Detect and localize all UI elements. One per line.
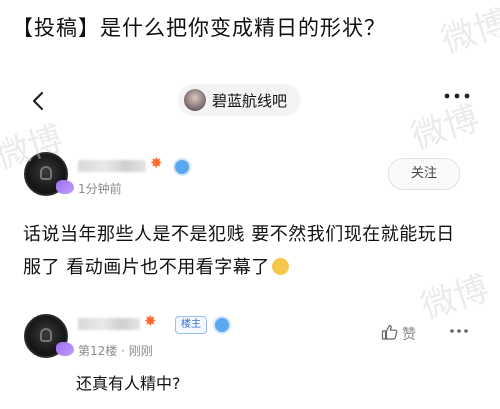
- fire-icon: ✸: [144, 312, 157, 330]
- thumbs-up-icon: [381, 324, 398, 344]
- more-horizontal-icon[interactable]: [442, 86, 472, 112]
- op-badge: 楼主: [175, 316, 207, 334]
- verified-badge-icon: [213, 316, 231, 334]
- post-body: 话说当年那些人是不是犯贱 要不然我们现在就能玩日 服了 看动画片也不用看字幕了: [23, 218, 479, 284]
- reply-text: 还真有人精中?: [76, 374, 181, 393]
- like-button[interactable]: 赞: [381, 324, 416, 344]
- fire-icon: ✸: [150, 154, 163, 172]
- forum-name: 碧蓝航线吧: [212, 91, 288, 110]
- op-username-redacted[interactable]: [78, 160, 146, 172]
- post-body-text: 服了 看动画片也不用看字幕了: [23, 257, 270, 278]
- reply-username-redacted[interactable]: [78, 318, 140, 330]
- post-body-line: 话说当年那些人是不是犯贱 要不然我们现在就能玩日: [23, 224, 455, 245]
- avatar-decoration-icon: [56, 342, 74, 356]
- verified-badge-icon: [173, 158, 191, 176]
- reply-meta: 第12楼 · 刚刚: [78, 342, 153, 359]
- follow-button[interactable]: 关注: [388, 158, 460, 190]
- forum-chip[interactable]: 碧蓝航线吧: [178, 84, 302, 116]
- post-body-line: 服了 看动画片也不用看字幕了: [23, 251, 479, 284]
- smile-emoji-icon: [271, 258, 289, 275]
- post-time: 1分钟前: [78, 182, 122, 196]
- post-title: 【投稿】是什么把你变成精日的形状？: [12, 16, 386, 40]
- like-label: 赞: [402, 327, 416, 343]
- avatar-decoration-icon: [56, 180, 74, 194]
- meta-dot: ·: [121, 344, 125, 358]
- reply-time: 刚刚: [128, 344, 153, 358]
- chevron-left-icon[interactable]: [26, 88, 52, 114]
- forum-avatar: [184, 89, 206, 111]
- more-vertical-icon[interactable]: [448, 322, 470, 344]
- reply-floor: 第12楼: [78, 344, 118, 358]
- forum-top-bar: 碧蓝航线吧: [0, 78, 500, 130]
